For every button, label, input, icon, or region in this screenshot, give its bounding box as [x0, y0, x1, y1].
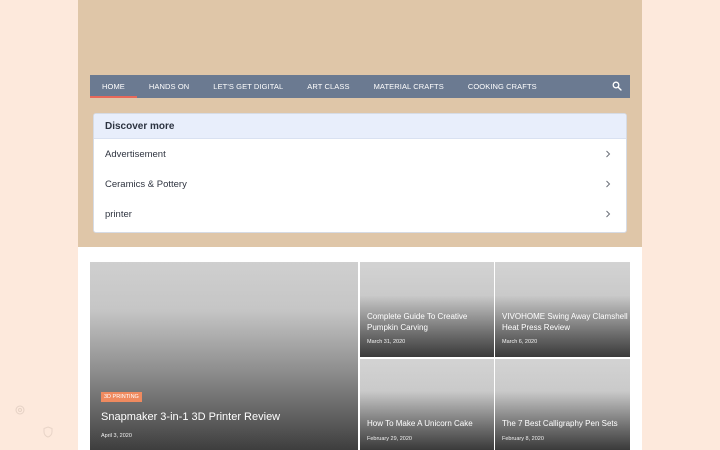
card-date: February 8, 2020 [502, 436, 544, 442]
search-icon[interactable] [612, 81, 622, 91]
featured-card[interactable]: The 7 Best Calligraphy Pen Sets February… [495, 359, 630, 450]
card-title[interactable]: The 7 Best Calligraphy Pen Sets [502, 418, 618, 429]
discover-item-printer[interactable]: printer [94, 199, 626, 229]
featured-card[interactable]: VIVOHOME Swing Away Clamshell Heat Press… [495, 262, 630, 357]
discover-item-advertisement[interactable]: Advertisement [94, 139, 626, 169]
card-title[interactable]: How To Make A Unicorn Cake [367, 418, 473, 429]
chevron-right-icon [606, 210, 611, 218]
card-title[interactable]: VIVOHOME Swing Away Clamshell Heat Press… [502, 311, 630, 333]
card-date: March 31, 2020 [367, 339, 406, 345]
nav-item-material-crafts[interactable]: MATERIAL CRAFTS [362, 75, 456, 98]
nav-item-hands-on[interactable]: HANDS ON [137, 75, 201, 98]
chevron-right-icon [606, 180, 611, 188]
card-title[interactable]: Snapmaker 3-in-1 3D Printer Review [101, 412, 280, 423]
faded-shield-icon [43, 426, 53, 438]
featured-card[interactable]: Complete Guide To Creative Pumpkin Carvi… [360, 262, 494, 357]
discover-item-label: Ceramics & Pottery [105, 178, 187, 190]
card-date: April 3, 2020 [101, 433, 132, 439]
discover-more-panel: Discover more Advertisement Ceramics & P… [93, 113, 627, 233]
card-date: February 29, 2020 [367, 436, 412, 442]
discover-item-label: printer [105, 208, 132, 220]
featured-main-card[interactable]: 3D PRINTING Snapmaker 3-in-1 3D Printer … [90, 262, 358, 450]
page-container: HOME HANDS ON LET'S GET DIGITAL ART CLAS… [78, 0, 642, 450]
discover-item-ceramics[interactable]: Ceramics & Pottery [94, 169, 626, 199]
nav-item-cooking-crafts[interactable]: COOKING CRAFTS [456, 75, 549, 98]
category-badge[interactable]: 3D PRINTING [101, 392, 142, 402]
card-title[interactable]: Complete Guide To Creative Pumpkin Carvi… [367, 311, 494, 333]
featured-card[interactable]: How To Make A Unicorn Cake February 29, … [360, 359, 494, 450]
card-date: March 6, 2020 [502, 339, 538, 345]
discover-item-label: Advertisement [105, 148, 166, 160]
featured-grid: 3D PRINTING Snapmaker 3-in-1 3D Printer … [90, 262, 630, 450]
chevron-right-icon [606, 150, 611, 158]
nav-item-lets-get-digital[interactable]: LET'S GET DIGITAL [201, 75, 295, 98]
nav-item-art-class[interactable]: ART CLASS [295, 75, 361, 98]
discover-more-title: Discover more [94, 114, 626, 139]
main-nav: HOME HANDS ON LET'S GET DIGITAL ART CLAS… [90, 75, 630, 98]
faded-settings-icon [15, 405, 25, 415]
nav-item-home[interactable]: HOME [90, 75, 137, 98]
